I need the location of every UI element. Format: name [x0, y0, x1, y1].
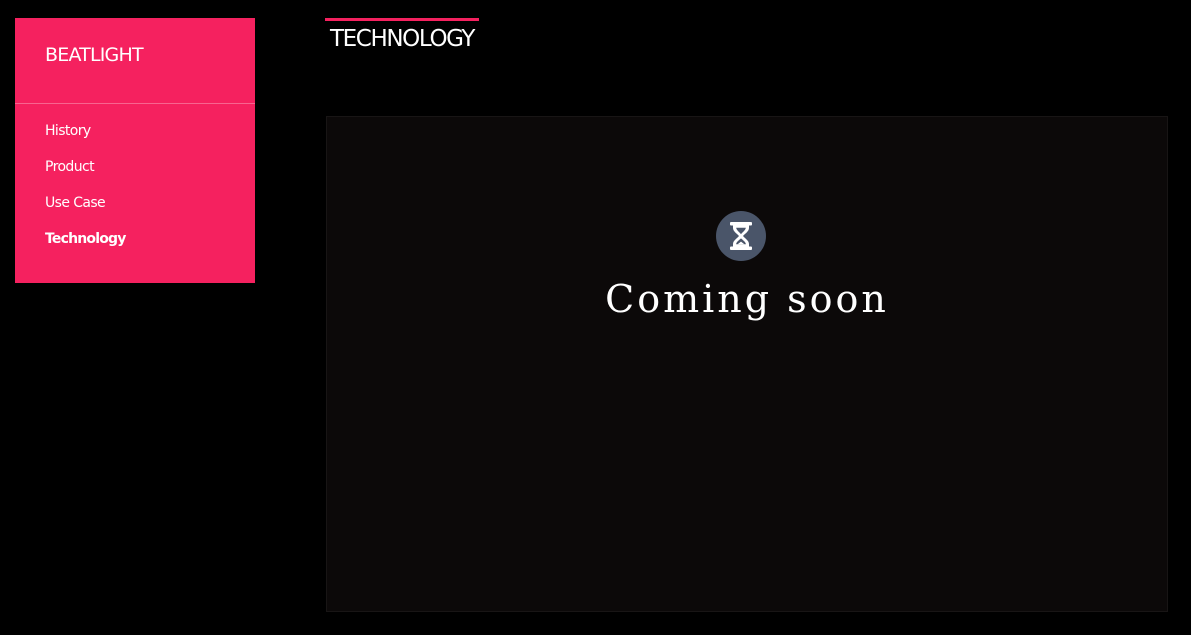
sidebar-item-use-case[interactable]: Use Case — [45, 193, 126, 229]
sidebar-divider — [15, 103, 255, 104]
sidebar-nav: History Product Use Case Technology — [45, 121, 126, 265]
sidebar-item-product[interactable]: Product — [45, 157, 126, 193]
hourglass-icon-glyph — [730, 222, 752, 250]
page-title: TECHNOLOGY — [325, 18, 479, 52]
hourglass-icon — [716, 211, 766, 261]
sidebar: BEATLIGHT History Product Use Case Techn… — [15, 18, 255, 283]
coming-soon-message: Coming soon — [605, 277, 889, 321]
sidebar-item-history[interactable]: History — [45, 121, 126, 157]
page-title-text: TECHNOLOGY — [330, 26, 475, 52]
content-panel: Coming soon — [326, 116, 1168, 612]
brand-logo-text[interactable]: BEATLIGHT — [45, 44, 144, 66]
sidebar-item-technology[interactable]: Technology — [45, 229, 126, 265]
